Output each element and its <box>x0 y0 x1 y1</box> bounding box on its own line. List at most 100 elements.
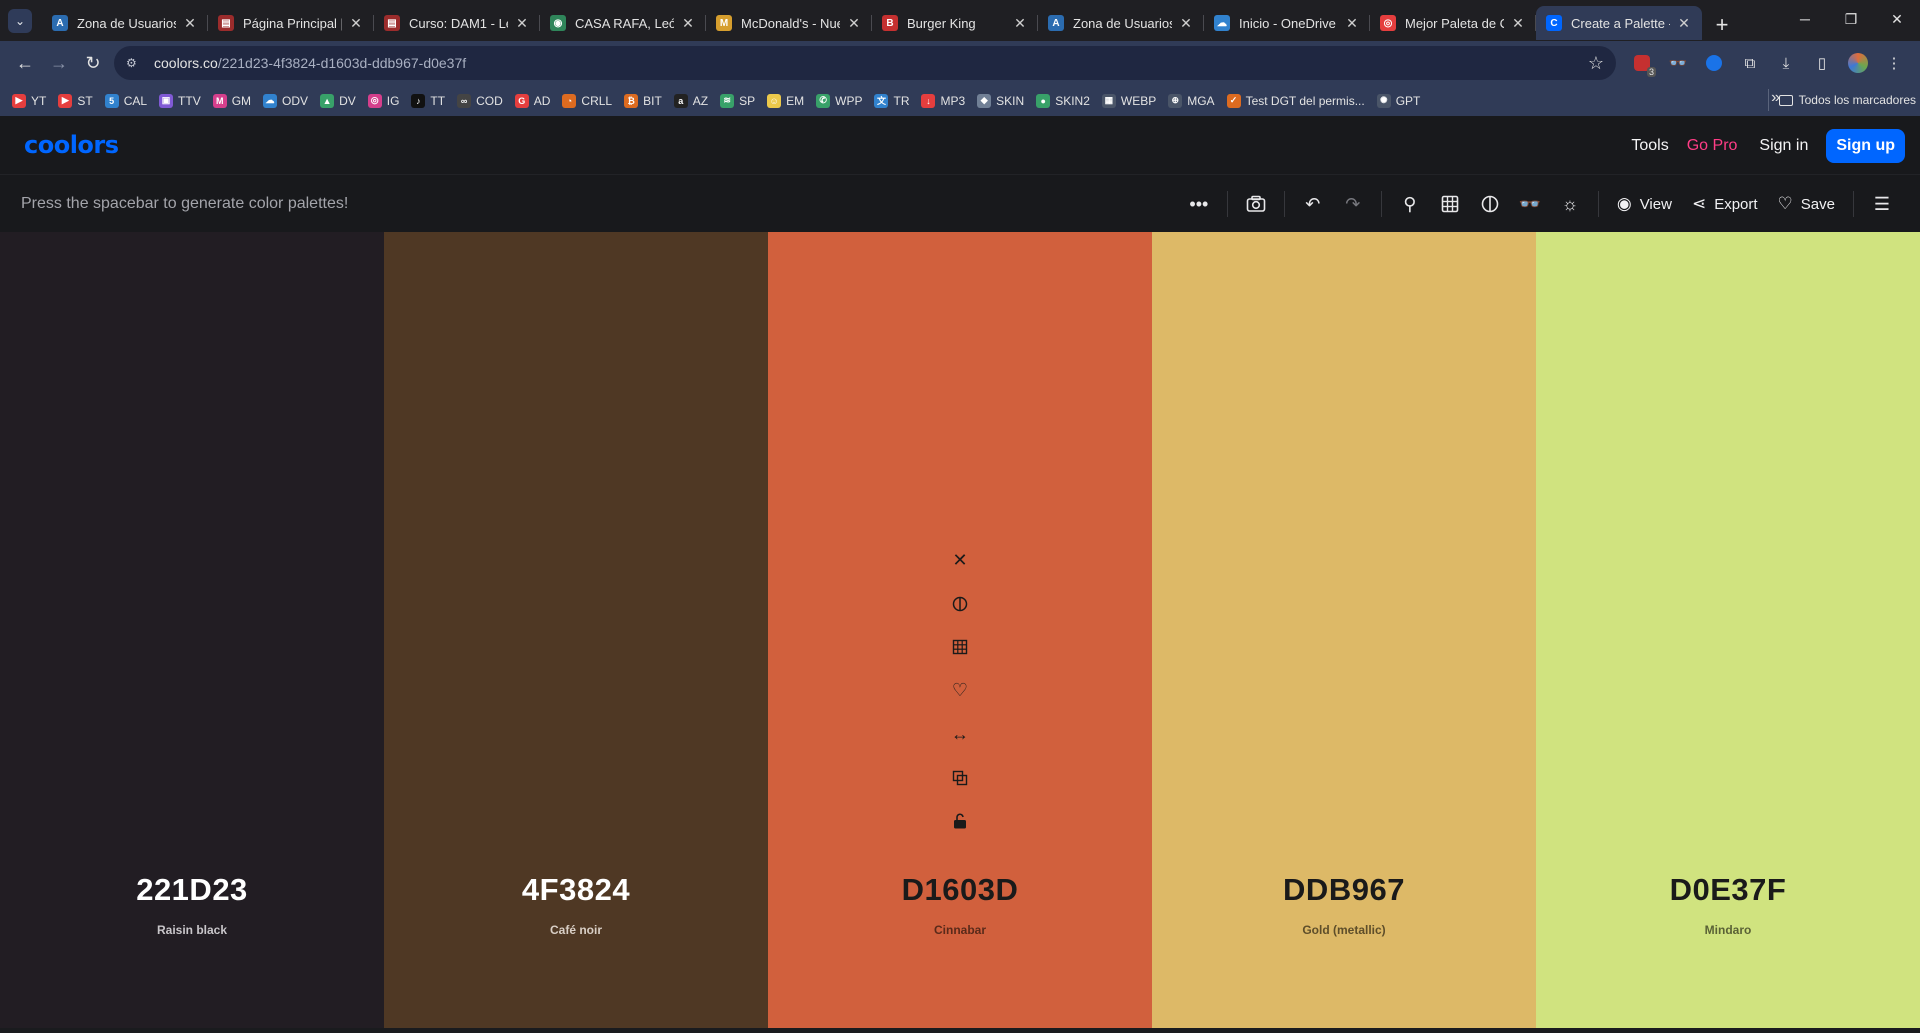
bookmark-item[interactable]: ✓ Test DGT del permis... <box>1221 89 1371 113</box>
color-name[interactable]: Mindaro <box>1536 923 1920 937</box>
color-swatch[interactable]: 4F3824 Café noir <box>384 232 768 1028</box>
bookmark-item[interactable]: 5 CAL <box>99 89 153 113</box>
color-swatch[interactable]: D0E37F Mindaro <box>1536 232 1920 1028</box>
close-window-button[interactable]: ✕ <box>1874 0 1920 38</box>
tab-close-icon[interactable]: ✕ <box>1344 15 1360 31</box>
all-bookmarks-button[interactable]: Todos los marcadores <box>1767 89 1916 111</box>
browser-tab[interactable]: ◉ CASA RAFA, León ✕ <box>540 6 706 40</box>
view-contrast-button[interactable] <box>945 589 975 619</box>
export-button[interactable]: ⋖ Export <box>1682 184 1768 224</box>
bookmark-item[interactable]: ☺ EM <box>761 89 810 113</box>
bookmark-item[interactable]: ₿ BIT <box>618 89 668 113</box>
tab-close-icon[interactable]: ✕ <box>1676 15 1692 31</box>
tab-close-icon[interactable]: ✕ <box>680 15 696 31</box>
bookmark-item[interactable]: ≋ SP <box>714 89 761 113</box>
shades-button[interactable] <box>1430 184 1470 224</box>
bookmark-item[interactable]: ◔ CRLL <box>556 89 618 113</box>
color-name[interactable]: Gold (metallic) <box>1152 923 1536 937</box>
bookmark-item[interactable]: ♪ TT <box>405 89 451 113</box>
browser-tab[interactable]: M McDonald's - Nue ✕ <box>706 6 872 40</box>
bookmark-item[interactable]: ▣ TTV <box>153 89 207 113</box>
extension-glasses[interactable]: 👓 <box>1660 46 1696 80</box>
downloads-button[interactable]: ⤓ <box>1768 46 1804 80</box>
back-button[interactable]: ← <box>8 46 42 80</box>
restore-button[interactable]: ❐ <box>1828 0 1874 38</box>
tab-close-icon[interactable]: ✕ <box>182 15 198 31</box>
bookmark-star-icon[interactable]: ☆ <box>1588 53 1604 74</box>
bookmark-item[interactable]: ✆ WPP <box>810 89 868 113</box>
color-blindness-button[interactable]: 👓 <box>1510 184 1550 224</box>
address-bar[interactable]: ⚙ coolors.co/221d23-4f3824-d1603d-ddb967… <box>114 46 1616 80</box>
hex-code[interactable]: 221D23 <box>0 872 384 908</box>
view-shades-button[interactable] <box>945 632 975 662</box>
hex-code[interactable]: D0E37F <box>1536 872 1920 908</box>
reload-button[interactable]: ↻ <box>76 46 110 80</box>
color-swatch[interactable]: ✕ ♡ ↔ D1603D Cinnabar <box>768 232 1152 1028</box>
coolors-logo[interactable]: coolors <box>24 131 119 159</box>
minimize-button[interactable]: ─ <box>1782 0 1828 38</box>
save-button[interactable]: ♡ Save <box>1768 184 1845 224</box>
color-name[interactable]: Raisin black <box>0 923 384 937</box>
contrast-button[interactable] <box>1470 184 1510 224</box>
adjust-palette-button[interactable]: ⚲ <box>1390 184 1430 224</box>
bookmark-item[interactable]: ▲ DV <box>314 89 362 113</box>
browser-tab[interactable]: ▤ Curso: DAM1 - Le ✕ <box>374 6 540 40</box>
extension-shazam[interactable] <box>1696 46 1732 80</box>
bookmark-item[interactable]: ▶ ST <box>52 89 98 113</box>
redo-button[interactable]: ↷ <box>1333 184 1373 224</box>
hamburger-menu-button[interactable]: ☰ <box>1862 184 1902 224</box>
hex-code[interactable]: DDB967 <box>1152 872 1536 908</box>
bookmark-item[interactable]: ● SKIN2 <box>1030 89 1096 113</box>
profile-button[interactable] <box>1840 46 1876 80</box>
bookmark-item[interactable]: ⊕ MGA <box>1162 89 1220 113</box>
bookmark-item[interactable]: ◎ IG <box>362 89 406 113</box>
bookmark-item[interactable]: ↓ MP3 <box>915 89 971 113</box>
bookmark-item[interactable]: a AZ <box>668 89 714 113</box>
bookmark-item[interactable]: ▦ WEBP <box>1096 89 1162 113</box>
bookmark-item[interactable]: 文 TR <box>868 89 915 113</box>
browser-menu-button[interactable]: ⋮ <box>1876 46 1912 80</box>
bookmark-item[interactable]: G AD <box>509 89 557 113</box>
browser-tab[interactable]: C Create a Palette - ✕ <box>1536 6 1702 40</box>
bookmark-item[interactable]: ◆ SKIN <box>971 89 1030 113</box>
color-swatch[interactable]: 221D23 Raisin black <box>0 232 384 1028</box>
forward-button[interactable]: → <box>42 46 76 80</box>
camera-button[interactable] <box>1236 184 1276 224</box>
sign-in-link[interactable]: Sign in <box>1759 137 1808 155</box>
new-tab-button[interactable]: + <box>1706 9 1738 41</box>
bookmark-item[interactable]: ∞ COD <box>451 89 509 113</box>
side-panel-button[interactable]: ▯ <box>1804 46 1840 80</box>
tab-close-icon[interactable]: ✕ <box>1510 15 1526 31</box>
extension-adblock[interactable]: 3 <box>1624 46 1660 80</box>
tools-link[interactable]: Tools <box>1631 137 1668 155</box>
tab-close-icon[interactable]: ✕ <box>846 15 862 31</box>
tab-close-icon[interactable]: ✕ <box>1012 15 1028 31</box>
bookmark-item[interactable]: ✺ GPT <box>1371 89 1427 113</box>
color-name[interactable]: Cinnabar <box>768 923 1152 937</box>
hex-code[interactable]: 4F3824 <box>384 872 768 908</box>
undo-button[interactable]: ↶ <box>1293 184 1333 224</box>
bookmark-item[interactable]: ☁ ODV <box>257 89 314 113</box>
browser-tab[interactable]: ◎ Mejor Paleta de C ✕ <box>1370 6 1536 40</box>
lock-color-button[interactable] <box>945 806 975 836</box>
go-pro-link[interactable]: Go Pro <box>1687 137 1738 155</box>
extensions-button[interactable]: ⧉ <box>1732 46 1768 80</box>
theme-button[interactable]: ☼ <box>1550 184 1590 224</box>
save-color-button[interactable]: ♡ <box>945 676 975 706</box>
browser-tab[interactable]: B Burger King ✕ <box>872 6 1038 40</box>
tab-close-icon[interactable]: ✕ <box>514 15 530 31</box>
browser-tab[interactable]: A Zona de Usuarios ✕ <box>42 6 208 40</box>
site-info-icon[interactable]: ⚙ <box>126 56 144 70</box>
bookmark-item[interactable]: ▶ YT <box>6 89 52 113</box>
copy-hex-button[interactable] <box>945 763 975 793</box>
more-options-button[interactable]: ••• <box>1179 184 1219 224</box>
color-swatch[interactable]: DDB967 Gold (metallic) <box>1152 232 1536 1028</box>
tab-search-button[interactable]: ⌄ <box>8 9 32 33</box>
view-button[interactable]: ◉ View <box>1607 184 1682 224</box>
drag-color-button[interactable]: ↔ <box>945 719 975 749</box>
browser-tab[interactable]: A Zona de Usuarios ✕ <box>1038 6 1204 40</box>
tab-close-icon[interactable]: ✕ <box>348 15 364 31</box>
color-name[interactable]: Café noir <box>384 923 768 937</box>
hex-code[interactable]: D1603D <box>768 872 1152 908</box>
browser-tab[interactable]: ☁ Inicio - OneDrive ✕ <box>1204 6 1370 40</box>
